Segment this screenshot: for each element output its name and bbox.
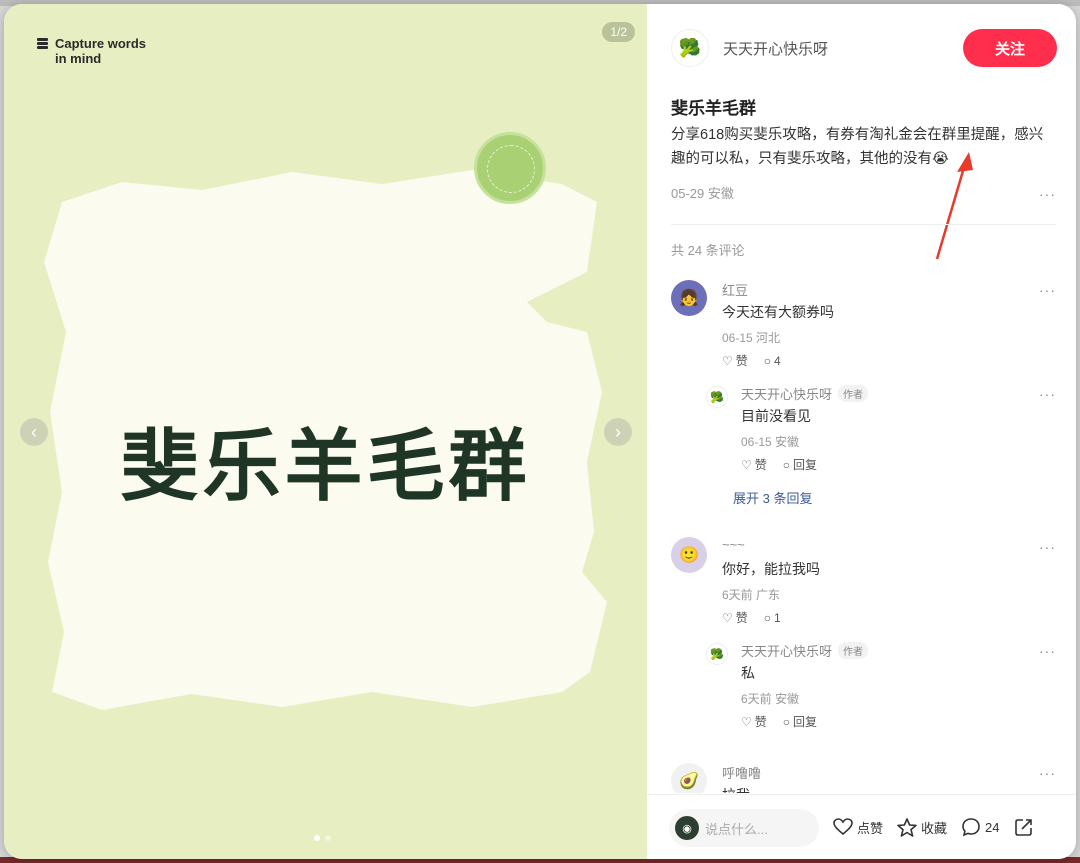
replier-name[interactable]: 天天开心快乐呀 <box>741 387 832 402</box>
author-tag: 作者 <box>838 642 869 659</box>
carousel-dots <box>314 835 331 841</box>
chat-bubble-icon: ○ <box>763 610 772 625</box>
reply-label: 回复 <box>793 715 818 729</box>
heart-icon: ♡ <box>741 714 752 729</box>
like-button[interactable]: 点赞 <box>833 818 883 837</box>
reply-count: 4 <box>774 353 781 368</box>
image-page-counter: 1/2 <box>602 22 635 42</box>
carousel-prev-button[interactable]: ‹ <box>20 418 48 446</box>
commenter-name[interactable]: 呼噜噜 <box>722 763 761 782</box>
like-label: 赞 <box>735 611 748 625</box>
like-label: 点赞 <box>857 820 884 836</box>
anime-avatar-icon: 👧 <box>679 290 699 307</box>
reply-meta: 6天前 安徽 <box>741 692 800 706</box>
commenter-avatar[interactable]: 🥑 <box>671 763 707 793</box>
reply-meta: 06-15 安徽 <box>741 435 800 449</box>
comment-item: 🙂 ~~~ 你好，能拉我吗 6天前 广东 ♡ 赞 ○ 1 ··· <box>671 537 1056 627</box>
user-avatar-icon: ◉ <box>682 822 692 835</box>
reply-like-button[interactable]: ♡ 赞 <box>741 713 767 730</box>
image-brand-mark: Capture words in mind <box>36 36 146 66</box>
chevron-left-icon: ‹ <box>31 421 37 442</box>
comment-text: 拉我 <box>722 785 750 793</box>
comment-reply-button[interactable]: ○ 4 <box>764 352 781 369</box>
commenter-name[interactable]: ~~~ <box>722 537 745 552</box>
like-label: 赞 <box>735 354 748 368</box>
like-label: 赞 <box>754 458 767 472</box>
comments-count: 共 24 条评论 <box>671 243 745 258</box>
reply-text: 目前没看见 <box>741 408 811 424</box>
chat-bubble-icon: ○ <box>763 353 772 368</box>
heart-icon: ♡ <box>722 353 733 368</box>
note-side-panel: 🥦 天天开心快乐呀 关注 斐乐羊毛群 分享618购买斐乐攻略，有券有淘礼金会在群… <box>647 4 1076 859</box>
avocado-icon: 🥑 <box>679 773 699 790</box>
stack-icon <box>37 38 48 49</box>
carousel-next-button[interactable]: › <box>604 418 632 446</box>
divider <box>671 224 1056 225</box>
reply-more-icon[interactable]: ··· <box>1039 643 1056 659</box>
comment-more-icon[interactable]: ··· <box>1039 282 1056 298</box>
comment-meta: 06-15 河北 <box>722 331 781 345</box>
star-icon <box>897 817 917 837</box>
chat-bubble-icon: ○ <box>782 714 791 729</box>
replier-avatar[interactable]: 🥦 <box>706 643 728 665</box>
commenter-avatar[interactable]: 👧 <box>671 280 707 316</box>
decorative-stamp <box>474 132 546 204</box>
reply-reply-button[interactable]: ○ 回复 <box>783 713 817 730</box>
commenter-name[interactable]: 红豆 <box>722 280 748 299</box>
comment-more-icon[interactable]: ··· <box>1039 539 1056 555</box>
share-button[interactable] <box>1014 817 1034 837</box>
brand-line-2: in mind <box>55 51 102 66</box>
comment-count: 24 <box>985 819 1000 835</box>
reply-label: 回复 <box>793 458 818 472</box>
carousel-dot[interactable] <box>314 835 320 841</box>
collect-label: 收藏 <box>921 820 948 836</box>
note-image-carousel: Capture words in mind 1/2 斐乐羊毛群 ‹ › <box>4 4 647 859</box>
author-tag: 作者 <box>838 385 869 402</box>
heart-icon <box>833 818 853 836</box>
like-label: 赞 <box>754 715 767 729</box>
share-icon <box>1014 819 1032 836</box>
carousel-dot[interactable] <box>325 835 331 841</box>
comment-text: 你好，能拉我吗 <box>722 561 820 577</box>
heart-icon: ♡ <box>741 457 752 472</box>
reply-like-button[interactable]: ♡ 赞 <box>741 456 767 473</box>
heart-icon: ♡ <box>722 610 733 625</box>
bottom-action-bar: ◉ 说点什么... 点赞 收藏 24 <box>647 794 1076 859</box>
reply-more-icon[interactable]: ··· <box>1039 386 1056 402</box>
comment-text: 今天还有大额券吗 <box>722 304 834 320</box>
chat-bubble-icon <box>962 818 980 837</box>
collect-button[interactable]: 收藏 <box>897 817 948 837</box>
replier-name-row: 天天开心快乐呀 作者 <box>741 641 869 660</box>
expand-replies-link[interactable]: 展开 3 条回复 <box>733 488 812 507</box>
chat-bubble-icon: ○ <box>782 457 791 472</box>
reply-text: 私 <box>741 665 755 681</box>
broccoli-icon: 🥦 <box>710 648 724 661</box>
comment-item: 🥑 呼噜噜 拉我 ··· <box>671 763 1056 793</box>
image-hero-text: 斐乐羊毛群 <box>120 422 531 512</box>
brand-line-1: Capture words <box>55 36 147 51</box>
broccoli-icon: 🥦 <box>710 391 724 404</box>
comment-like-button[interactable]: ♡ 赞 <box>722 352 748 369</box>
comment-more-icon[interactable]: ··· <box>1039 765 1056 781</box>
replier-name-row: 天天开心快乐呀 作者 <box>741 384 869 403</box>
user-avatar-icon: 🙂 <box>679 547 699 564</box>
chevron-right-icon: › <box>615 421 621 442</box>
comment-input-placeholder: 说点什么... <box>705 821 768 837</box>
comment-meta: 6天前 广东 <box>722 588 781 602</box>
comment-input[interactable]: ◉ 说点什么... <box>669 809 819 847</box>
comment-button[interactable]: 24 <box>961 817 1000 837</box>
replier-name[interactable]: 天天开心快乐呀 <box>741 644 832 659</box>
comment-like-button[interactable]: ♡ 赞 <box>722 609 748 626</box>
comment-reply-button[interactable]: ○ 1 <box>764 609 781 626</box>
red-arrow-annotation-icon <box>935 152 973 260</box>
reply-item: 🥦 天天开心快乐呀 作者 私 6天前 安徽 ♡ 赞 ○ 回复 ··· <box>706 641 1056 731</box>
replier-avatar[interactable]: 🥦 <box>706 386 728 408</box>
reply-count: 1 <box>774 610 781 625</box>
reply-item: 🥦 天天开心快乐呀 作者 目前没看见 06-15 安徽 ♡ 赞 ○ 回复 ··· <box>706 384 1056 474</box>
reply-reply-button[interactable]: ○ 回复 <box>783 456 817 473</box>
note-detail-modal: Capture words in mind 1/2 斐乐羊毛群 ‹ › 🥦 天天… <box>4 4 1076 859</box>
current-user-avatar: ◉ <box>675 816 699 840</box>
comment-item: 👧 红豆 今天还有大额券吗 06-15 河北 ♡ 赞 ○ 4 ··· <box>671 280 1056 370</box>
commenter-avatar[interactable]: 🙂 <box>671 537 707 573</box>
